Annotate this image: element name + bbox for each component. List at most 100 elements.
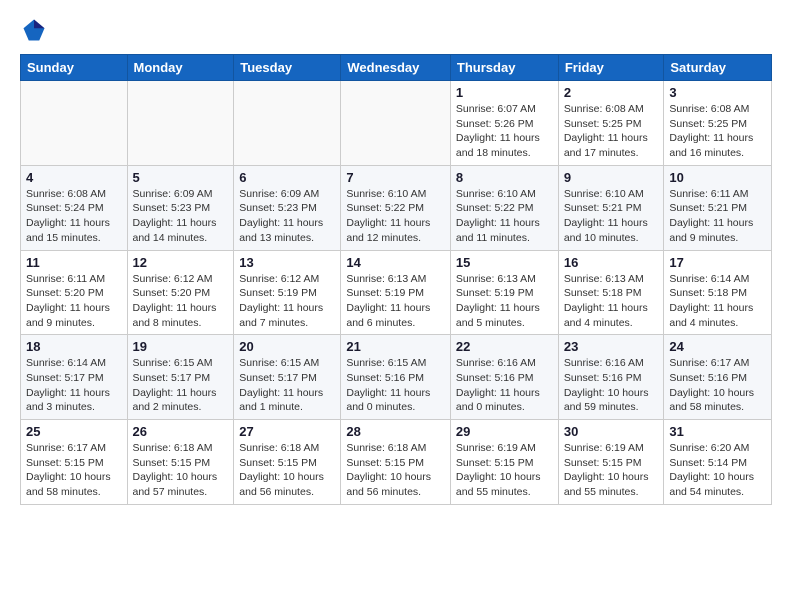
calendar-cell: 14 Sunrise: 6:13 AMSunset: 5:19 PMDayligh… [341,250,451,335]
page-header [20,16,772,44]
day-info: Sunrise: 6:15 AMSunset: 5:17 PMDaylight:… [133,356,229,415]
day-info: Sunrise: 6:15 AMSunset: 5:17 PMDaylight:… [239,356,335,415]
day-number: 28 [346,424,445,439]
calendar-cell: 5Sunrise: 6:09 AMSunset: 5:23 PMDaylight… [127,165,234,250]
calendar-cell: 16 Sunrise: 6:13 AMSunset: 5:18 PMDayligh… [558,250,664,335]
weekday-header-saturday: Saturday [664,55,772,81]
day-info: Sunrise: 6:14 AMSunset: 5:18 PMDaylight:… [669,272,766,331]
calendar-cell [127,81,234,166]
calendar-cell: 2 Sunrise: 6:08 AMSunset: 5:25 PMDaylight… [558,81,664,166]
day-number: 2 [564,85,659,100]
day-number: 12 [133,255,229,270]
calendar-cell: 23 Sunrise: 6:16 AMSunset: 5:16 PMDayligh… [558,335,664,420]
day-number: 19 [133,339,229,354]
day-number: 15 [456,255,553,270]
calendar-cell: 25 Sunrise: 6:17 AMSunset: 5:15 PMDayligh… [21,420,128,505]
calendar-cell: 31 Sunrise: 6:20 AMSunset: 5:14 PMDayligh… [664,420,772,505]
calendar-cell: 18 Sunrise: 6:14 AMSunset: 5:17 PMDayligh… [21,335,128,420]
day-info: Sunrise: 6:10 AMSunset: 5:22 PMDaylight:… [456,187,553,246]
day-info: Sunrise: 6:12 AMSunset: 5:20 PMDaylight:… [133,272,229,331]
calendar-cell: 22 Sunrise: 6:16 AMSunset: 5:16 PMDayligh… [450,335,558,420]
weekday-header-tuesday: Tuesday [234,55,341,81]
calendar-cell: 20 Sunrise: 6:15 AMSunset: 5:17 PMDayligh… [234,335,341,420]
calendar-cell: 24Sunrise: 6:17 AMSunset: 5:16 PMDayligh… [664,335,772,420]
day-number: 14 [346,255,445,270]
week-row-2: 4 Sunrise: 6:08 AMSunset: 5:24 PMDaylight… [21,165,772,250]
day-info: Sunrise: 6:08 AMSunset: 5:25 PMDaylight:… [669,102,766,161]
calendar-cell: 1 Sunrise: 6:07 AMSunset: 5:26 PMDaylight… [450,81,558,166]
day-number: 4 [26,170,122,185]
day-info: Sunrise: 6:09 AMSunset: 5:23 PMDaylight:… [239,187,335,246]
calendar-cell [21,81,128,166]
day-number: 22 [456,339,553,354]
calendar-cell: 17 Sunrise: 6:14 AMSunset: 5:18 PMDayligh… [664,250,772,335]
day-number: 1 [456,85,553,100]
calendar-cell [234,81,341,166]
day-info: Sunrise: 6:11 AMSunset: 5:21 PMDaylight:… [669,187,766,246]
calendar-cell: 7Sunrise: 6:10 AMSunset: 5:22 PMDaylight… [341,165,451,250]
calendar-cell: 8 Sunrise: 6:10 AMSunset: 5:22 PMDaylight… [450,165,558,250]
day-number: 31 [669,424,766,439]
calendar-cell [341,81,451,166]
day-number: 16 [564,255,659,270]
calendar-cell: 26 Sunrise: 6:18 AMSunset: 5:15 PMDayligh… [127,420,234,505]
day-number: 18 [26,339,122,354]
day-info: Sunrise: 6:07 AMSunset: 5:26 PMDaylight:… [456,102,553,161]
day-number: 3 [669,85,766,100]
day-number: 8 [456,170,553,185]
day-info: Sunrise: 6:18 AMSunset: 5:15 PMDaylight:… [133,441,229,500]
calendar-cell: 4 Sunrise: 6:08 AMSunset: 5:24 PMDaylight… [21,165,128,250]
day-number: 13 [239,255,335,270]
week-row-3: 11 Sunrise: 6:11 AMSunset: 5:20 PMDayligh… [21,250,772,335]
logo-icon [20,16,48,44]
day-info: Sunrise: 6:11 AMSunset: 5:20 PMDaylight:… [26,272,122,331]
day-number: 23 [564,339,659,354]
day-number: 17 [669,255,766,270]
day-info: Sunrise: 6:10 AMSunset: 5:21 PMDaylight:… [564,187,659,246]
calendar-cell: 13Sunrise: 6:12 AMSunset: 5:19 PMDayligh… [234,250,341,335]
week-row-1: 1 Sunrise: 6:07 AMSunset: 5:26 PMDaylight… [21,81,772,166]
day-number: 25 [26,424,122,439]
day-number: 26 [133,424,229,439]
day-info: Sunrise: 6:16 AMSunset: 5:16 PMDaylight:… [456,356,553,415]
day-info: Sunrise: 6:18 AMSunset: 5:15 PMDaylight:… [346,441,445,500]
day-info: Sunrise: 6:18 AMSunset: 5:15 PMDaylight:… [239,441,335,500]
calendar-cell: 9Sunrise: 6:10 AMSunset: 5:21 PMDaylight… [558,165,664,250]
weekday-header-friday: Friday [558,55,664,81]
day-info: Sunrise: 6:15 AMSunset: 5:16 PMDaylight:… [346,356,445,415]
calendar-cell: 30 Sunrise: 6:19 AMSunset: 5:15 PMDayligh… [558,420,664,505]
day-number: 20 [239,339,335,354]
day-info: Sunrise: 6:16 AMSunset: 5:16 PMDaylight:… [564,356,659,415]
calendar-cell: 15Sunrise: 6:13 AMSunset: 5:19 PMDayligh… [450,250,558,335]
day-number: 6 [239,170,335,185]
calendar-cell: 6 Sunrise: 6:09 AMSunset: 5:23 PMDaylight… [234,165,341,250]
day-info: Sunrise: 6:19 AMSunset: 5:15 PMDaylight:… [564,441,659,500]
day-info: Sunrise: 6:09 AMSunset: 5:23 PMDaylight:… [133,187,229,246]
calendar-cell: 11 Sunrise: 6:11 AMSunset: 5:20 PMDayligh… [21,250,128,335]
day-info: Sunrise: 6:14 AMSunset: 5:17 PMDaylight:… [26,356,122,415]
calendar-cell: 21Sunrise: 6:15 AMSunset: 5:16 PMDayligh… [341,335,451,420]
calendar-cell: 27 Sunrise: 6:18 AMSunset: 5:15 PMDayligh… [234,420,341,505]
weekday-header-thursday: Thursday [450,55,558,81]
day-number: 30 [564,424,659,439]
day-number: 11 [26,255,122,270]
day-number: 29 [456,424,553,439]
day-info: Sunrise: 6:13 AMSunset: 5:18 PMDaylight:… [564,272,659,331]
weekday-header-row: SundayMondayTuesdayWednesdayThursdayFrid… [21,55,772,81]
day-number: 27 [239,424,335,439]
calendar-table: SundayMondayTuesdayWednesdayThursdayFrid… [20,54,772,505]
week-row-4: 18 Sunrise: 6:14 AMSunset: 5:17 PMDayligh… [21,335,772,420]
calendar-cell: 12 Sunrise: 6:12 AMSunset: 5:20 PMDayligh… [127,250,234,335]
day-info: Sunrise: 6:08 AMSunset: 5:24 PMDaylight:… [26,187,122,246]
day-number: 10 [669,170,766,185]
weekday-header-monday: Monday [127,55,234,81]
day-info: Sunrise: 6:08 AMSunset: 5:25 PMDaylight:… [564,102,659,161]
day-info: Sunrise: 6:20 AMSunset: 5:14 PMDaylight:… [669,441,766,500]
day-info: Sunrise: 6:17 AMSunset: 5:15 PMDaylight:… [26,441,122,500]
weekday-header-wednesday: Wednesday [341,55,451,81]
day-info: Sunrise: 6:10 AMSunset: 5:22 PMDaylight:… [346,187,445,246]
day-info: Sunrise: 6:13 AMSunset: 5:19 PMDaylight:… [346,272,445,331]
calendar-cell: 29 Sunrise: 6:19 AMSunset: 5:15 PMDayligh… [450,420,558,505]
day-info: Sunrise: 6:19 AMSunset: 5:15 PMDaylight:… [456,441,553,500]
calendar-cell: 10 Sunrise: 6:11 AMSunset: 5:21 PMDayligh… [664,165,772,250]
